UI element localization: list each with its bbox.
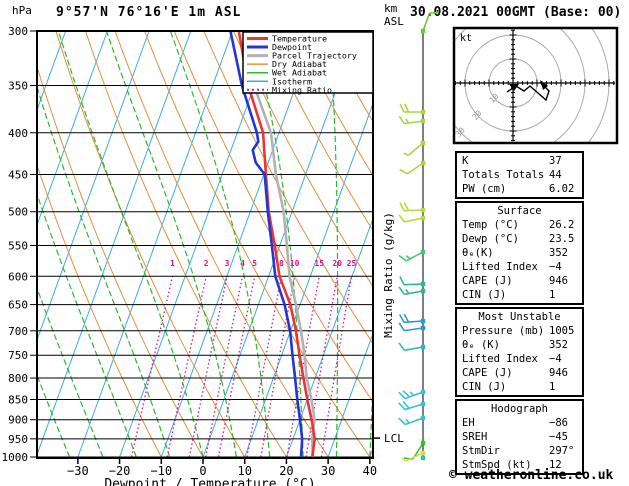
table-row-label: Lifted Index — [462, 261, 538, 273]
table-row-value: −86 — [549, 417, 568, 429]
table-row: CAPE (J) 946 — [457, 274, 582, 288]
table-row-value: 1 — [549, 289, 556, 301]
table-row-value: −4 — [549, 261, 562, 273]
table-row: Lifted Index −4 — [457, 352, 582, 366]
table-row-value: 297° — [549, 445, 575, 457]
table-row-label: CAPE (J) — [462, 275, 513, 287]
table-row: Pressure (mb) 1005 — [457, 324, 582, 338]
table-row-value: 23.5 — [549, 233, 575, 245]
table-row-label: Lifted Index — [462, 353, 538, 365]
table-section-header: Surface — [497, 205, 542, 217]
table-row: Totals Totals 44 — [457, 168, 582, 182]
table-row: K 37 — [457, 154, 582, 168]
table-row-value: −45 — [549, 431, 568, 443]
table-section: Surface Temp (°C) 26.2 Dewp (°C) 23.5 θₑ(K) 35… — [455, 201, 584, 305]
table-row: StmDir 297° — [457, 444, 582, 458]
table-row: SREH −45 — [457, 430, 582, 444]
table-row-label: CIN (J) — [462, 381, 507, 393]
table-row-value: 1005 — [549, 325, 575, 337]
table-row-label: K — [462, 155, 469, 167]
table-row-label: PW (cm) — [462, 183, 507, 195]
table-row: CIN (J) 1 — [457, 380, 582, 394]
table-row-label: Temp (°C) — [462, 219, 519, 231]
table-row-value: 6.02 — [549, 183, 575, 195]
table-row-label: Totals Totals — [462, 169, 545, 181]
table-row-label: EH — [462, 417, 475, 429]
sounding-page: hPa 9°57'N 76°16'E 1m ASL km ASL 30.08.2… — [0, 0, 629, 486]
table-row: Lifted Index −4 — [457, 260, 582, 274]
table-row-value: 1 — [549, 381, 556, 393]
table-section-header: Hodograph — [491, 403, 548, 415]
copyright: © weatheronline.co.uk — [449, 468, 614, 483]
svg-text:kt: kt — [460, 33, 472, 44]
table-row: CIN (J) 1 — [457, 288, 582, 302]
table-row-value: 37 — [549, 155, 562, 167]
table-row: θₑ(K) 352 — [457, 246, 582, 260]
table-row-label: CAPE (J) — [462, 367, 513, 379]
table-section: K 37 Totals Totals 44 PW (cm) 6.02 — [455, 151, 584, 199]
table-row-value: 946 — [549, 275, 568, 287]
indices-table: K 37 Totals Totals 44 PW (cm) 6.02 Surface Temp… — [455, 151, 584, 477]
table-row: CAPE (J) 946 — [457, 366, 582, 380]
table-row-value: 44 — [549, 169, 562, 181]
table-row-label: θₑ (K) — [462, 339, 500, 351]
table-row-value: 352 — [549, 247, 568, 259]
table-row-label: Pressure (mb) — [462, 325, 545, 337]
svg-text:40: 40 — [437, 142, 450, 155]
table-row-value: 946 — [549, 367, 568, 379]
table-row: Dewp (°C) 23.5 — [457, 232, 582, 246]
table-row-value: 26.2 — [549, 219, 575, 231]
table-row: Temp (°C) 26.2 — [457, 218, 582, 232]
table-row-value: 352 — [549, 339, 568, 351]
table-row-label: CIN (J) — [462, 289, 507, 301]
table-section: Hodograph EH −86 SREH −45 StmDir 297° StmSpd (k… — [455, 399, 584, 475]
table-row-label: Dewp (°C) — [462, 233, 519, 245]
table-row-label: θₑ(K) — [462, 247, 494, 259]
table-section-header: Most Unstable — [478, 311, 561, 323]
table-row: θₑ (K) 352 — [457, 338, 582, 352]
table-row-value: −4 — [549, 353, 562, 365]
table-section: Most Unstable Pressure (mb) 1005 θₑ (K) 352 L… — [455, 307, 584, 397]
table-row: PW (cm) 6.02 — [457, 182, 582, 196]
table-row-label: StmDir — [462, 445, 500, 457]
table-row-label: SREH — [462, 431, 488, 443]
table-row: EH −86 — [457, 416, 582, 430]
